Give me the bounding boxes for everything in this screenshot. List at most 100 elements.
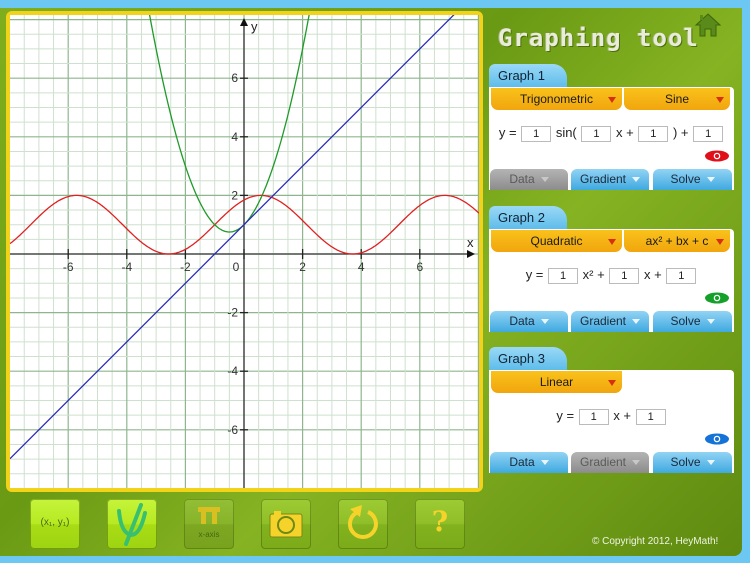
eq-text: y = (556, 408, 575, 423)
chevron-down-icon (540, 460, 549, 466)
eye-icon[interactable] (705, 292, 729, 304)
chevron-down-icon (632, 460, 641, 466)
y-axis-label: y (251, 19, 258, 34)
x-axis-label: x (467, 235, 474, 250)
gradient-button-3[interactable]: Gradient (571, 452, 649, 473)
graph-tab-3[interactable]: Graph 3 (489, 347, 567, 371)
subtype-dropdown-2[interactable]: ax² + bx + c (624, 230, 730, 252)
plot-svg: x y -6 -4 -2 0 2 4 6 6 4 2 -2 -4 -6 (10, 15, 479, 488)
subtype-dropdown-1[interactable]: Sine (624, 88, 730, 110)
x-tick-label: -4 (121, 260, 132, 274)
screenshot-button[interactable] (261, 499, 311, 549)
x-tick-label: 6 (416, 260, 423, 274)
eq-text: x + (643, 267, 662, 282)
gradient-button-1[interactable]: Gradient (571, 169, 649, 190)
chevron-down-icon (706, 319, 715, 325)
eq-text: x + (613, 408, 632, 423)
chevron-down-icon (706, 177, 715, 183)
coef-b-input[interactable]: 1 (609, 267, 640, 284)
solve-button-3[interactable]: Solve (653, 452, 732, 473)
x-tick-label: -2 (180, 260, 191, 274)
coef-b-input[interactable]: 1 (581, 125, 612, 142)
y-tick-label: -4 (227, 364, 238, 378)
psi-curve-icon (117, 503, 147, 546)
x-tick-label: -6 (63, 260, 74, 274)
type-dropdown-3[interactable]: Linear (491, 371, 622, 393)
btn-label: Solve (670, 455, 701, 469)
graph-card-1: Graph 1 Trigonometric Sine y = 1 sin( 1 … (489, 64, 734, 190)
y-tick-label: 4 (231, 130, 238, 144)
point-label: (x₁, y₁) (40, 517, 70, 528)
eq-text: ) + (672, 125, 689, 140)
type-dropdown-1[interactable]: Trigonometric (491, 88, 622, 110)
type-dropdown-label: Linear (539, 375, 574, 389)
btn-label: Data (509, 455, 535, 469)
chevron-down-icon (632, 177, 641, 183)
graph-card-3: Graph 3 Linear y = 1 x + 1 Data Gradient… (489, 347, 734, 473)
pi-button-label: x-axis (198, 530, 220, 539)
chevron-down-icon (540, 177, 549, 183)
app-title: Graphing tool (498, 24, 699, 52)
graph-tab-2[interactable]: Graph 2 (489, 206, 567, 230)
pi-icon (198, 507, 220, 524)
btn-label: Gradient (579, 314, 627, 328)
data-button-1[interactable]: Data (490, 169, 568, 190)
x-tick-label: 0 (233, 260, 240, 274)
help-icon: ? (431, 505, 449, 538)
coef-a-input[interactable]: 1 (548, 267, 579, 284)
subtype-dropdown-label: ax² + bx + c (645, 234, 709, 248)
y-tick-label: -6 (227, 423, 238, 437)
home-icon (694, 13, 722, 37)
equation-3: y = 1 x + 1 (489, 408, 734, 425)
eq-text: x + (616, 125, 634, 140)
solve-button-2[interactable]: Solve (653, 311, 732, 332)
btn-label: Solve (670, 172, 701, 186)
btn-label: Data (509, 314, 535, 328)
eq-text: y = (525, 267, 544, 282)
x-axis-arrow (467, 250, 475, 258)
eye-icon[interactable] (705, 150, 729, 162)
copyright-text: © Copyright 2012, HeyMath! (592, 536, 719, 547)
coef-a-input[interactable]: 1 (578, 408, 609, 425)
x-tick-label: 2 (299, 260, 306, 274)
btn-label: Gradient (579, 455, 627, 469)
home-button[interactable] (694, 12, 722, 38)
pi-x-axis-button[interactable]: x-axis (184, 499, 234, 549)
gradient-button-2[interactable]: Gradient (571, 311, 649, 332)
data-button-3[interactable]: Data (490, 452, 568, 473)
graph-tab-1[interactable]: Graph 1 (489, 64, 567, 88)
refresh-icon (348, 505, 378, 539)
eq-text: y = (498, 125, 517, 140)
data-button-2[interactable]: Data (490, 311, 568, 332)
solve-button-1[interactable]: Solve (653, 169, 732, 190)
btn-label: Gradient (579, 172, 627, 186)
chevron-down-icon (716, 239, 724, 245)
coef-c-input[interactable]: 1 (666, 267, 697, 284)
help-button[interactable]: ? (415, 499, 465, 549)
subtype-dropdown-label: Sine (664, 92, 690, 106)
graph-card-2: Graph 2 Quadratic ax² + bx + c y = 1 x² … (489, 206, 734, 332)
eye-icon[interactable] (705, 433, 729, 445)
btn-label: Data (509, 172, 535, 186)
coef-c-input[interactable]: 1 (638, 125, 669, 142)
y-tick-label: -2 (227, 306, 238, 320)
point-tool-button[interactable]: (x₁, y₁) (30, 499, 80, 549)
equation-1: y = 1 sin( 1 x + 1 ) + 1 (489, 125, 734, 142)
chevron-down-icon (540, 319, 549, 325)
coef-a-input[interactable]: 1 (521, 125, 552, 142)
coef-b-input[interactable]: 1 (635, 408, 666, 425)
coef-d-input[interactable]: 1 (693, 125, 724, 142)
chevron-down-icon (608, 380, 616, 386)
chevron-down-icon (608, 239, 616, 245)
y-tick-label: 6 (231, 71, 238, 85)
function-tool-button[interactable] (107, 499, 157, 549)
chevron-down-icon (632, 319, 641, 325)
chevron-down-icon (706, 460, 715, 466)
chevron-down-icon (608, 97, 616, 103)
equation-2: y = 1 x² + 1 x + 1 (489, 267, 734, 284)
eq-text: x² + (582, 267, 605, 282)
type-dropdown-2[interactable]: Quadratic (491, 230, 622, 252)
camera-icon (269, 511, 303, 538)
graph-canvas[interactable]: x y -6 -4 -2 0 2 4 6 6 4 2 -2 -4 -6 (10, 15, 479, 488)
reset-button[interactable] (338, 499, 388, 549)
